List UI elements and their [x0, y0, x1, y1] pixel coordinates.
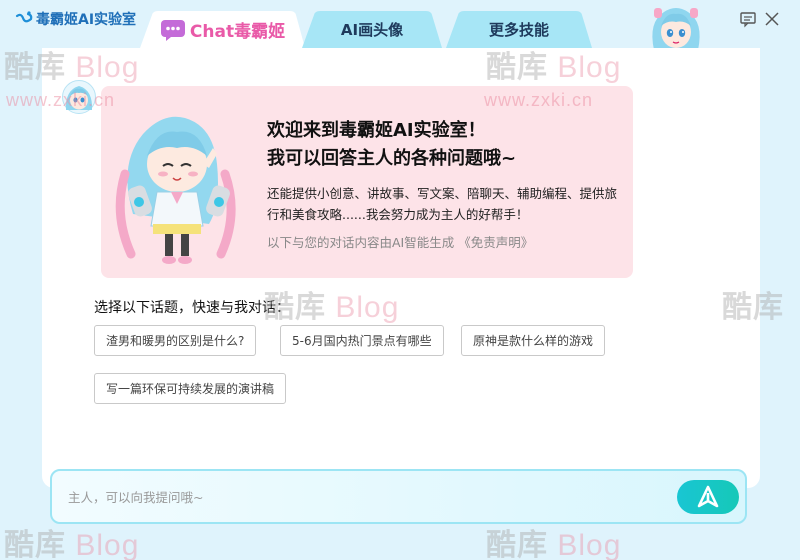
watermark-brand: 酷库 Blog	[4, 529, 140, 560]
feedback-icon[interactable]	[739, 10, 757, 28]
welcome-description: 还能提供小创意、讲故事、写文案、陪聊天、辅助编程、提供旅行和美食攻略......…	[267, 186, 618, 222]
send-icon	[697, 485, 719, 508]
topic-chip[interactable]: 原神是款什么样的游戏	[461, 325, 606, 356]
bot-avatar	[62, 80, 96, 114]
disclaimer-text[interactable]: 以下与您的对话内容由AI智能生成 《免责声明》	[267, 232, 533, 251]
tab-chat[interactable]: Chat毒霸姬	[140, 11, 305, 48]
tab-chat-label: Chat毒霸姬	[189, 22, 286, 42]
close-icon[interactable]	[763, 10, 781, 28]
app-title: 毒霸姬AI实验室	[36, 12, 137, 28]
topic-chip[interactable]: 渣男和暖男的区别是什么?	[94, 325, 257, 356]
welcome-title-line-1: 欢迎来到毒霸姬AI实验室！	[267, 120, 486, 141]
tab-more-skills-label: 更多技能	[488, 21, 549, 39]
topic-heading: 选择以下话题，快速与我对话：	[94, 300, 290, 316]
tab-more-skills[interactable]: 更多技能	[446, 11, 592, 48]
swirl-logo-icon	[15, 11, 33, 23]
welcome-title-line-2: 我可以回答主人的各种问题哦~	[267, 148, 517, 169]
mascot-corner-avatar	[652, 8, 700, 50]
chat-input[interactable]	[68, 483, 658, 511]
tab-ai-avatar[interactable]: AI画头像	[302, 11, 442, 48]
title-bar: 毒霸姬AI实验室 Chat毒霸姬 AI画头像 更多技能	[0, 0, 800, 50]
welcome-card: 欢迎来到毒霸姬AI实验室！ 我可以回答主人的各种问题哦~ 还能提供小创意、讲故事…	[101, 86, 633, 278]
topic-chip[interactable]: 写一篇环保可持续发展的演讲稿	[94, 373, 287, 404]
chat-input-box	[50, 469, 747, 524]
send-button[interactable]	[677, 480, 739, 514]
chat-bubble-icon	[160, 19, 185, 41]
tab-ai-avatar-label: AI画头像	[340, 21, 404, 39]
mascot-illustration	[115, 116, 236, 264]
watermark-brand: 酷库 Blog	[486, 529, 622, 560]
topic-chip[interactable]: 5-6月国内热门景点有哪些	[280, 325, 444, 356]
